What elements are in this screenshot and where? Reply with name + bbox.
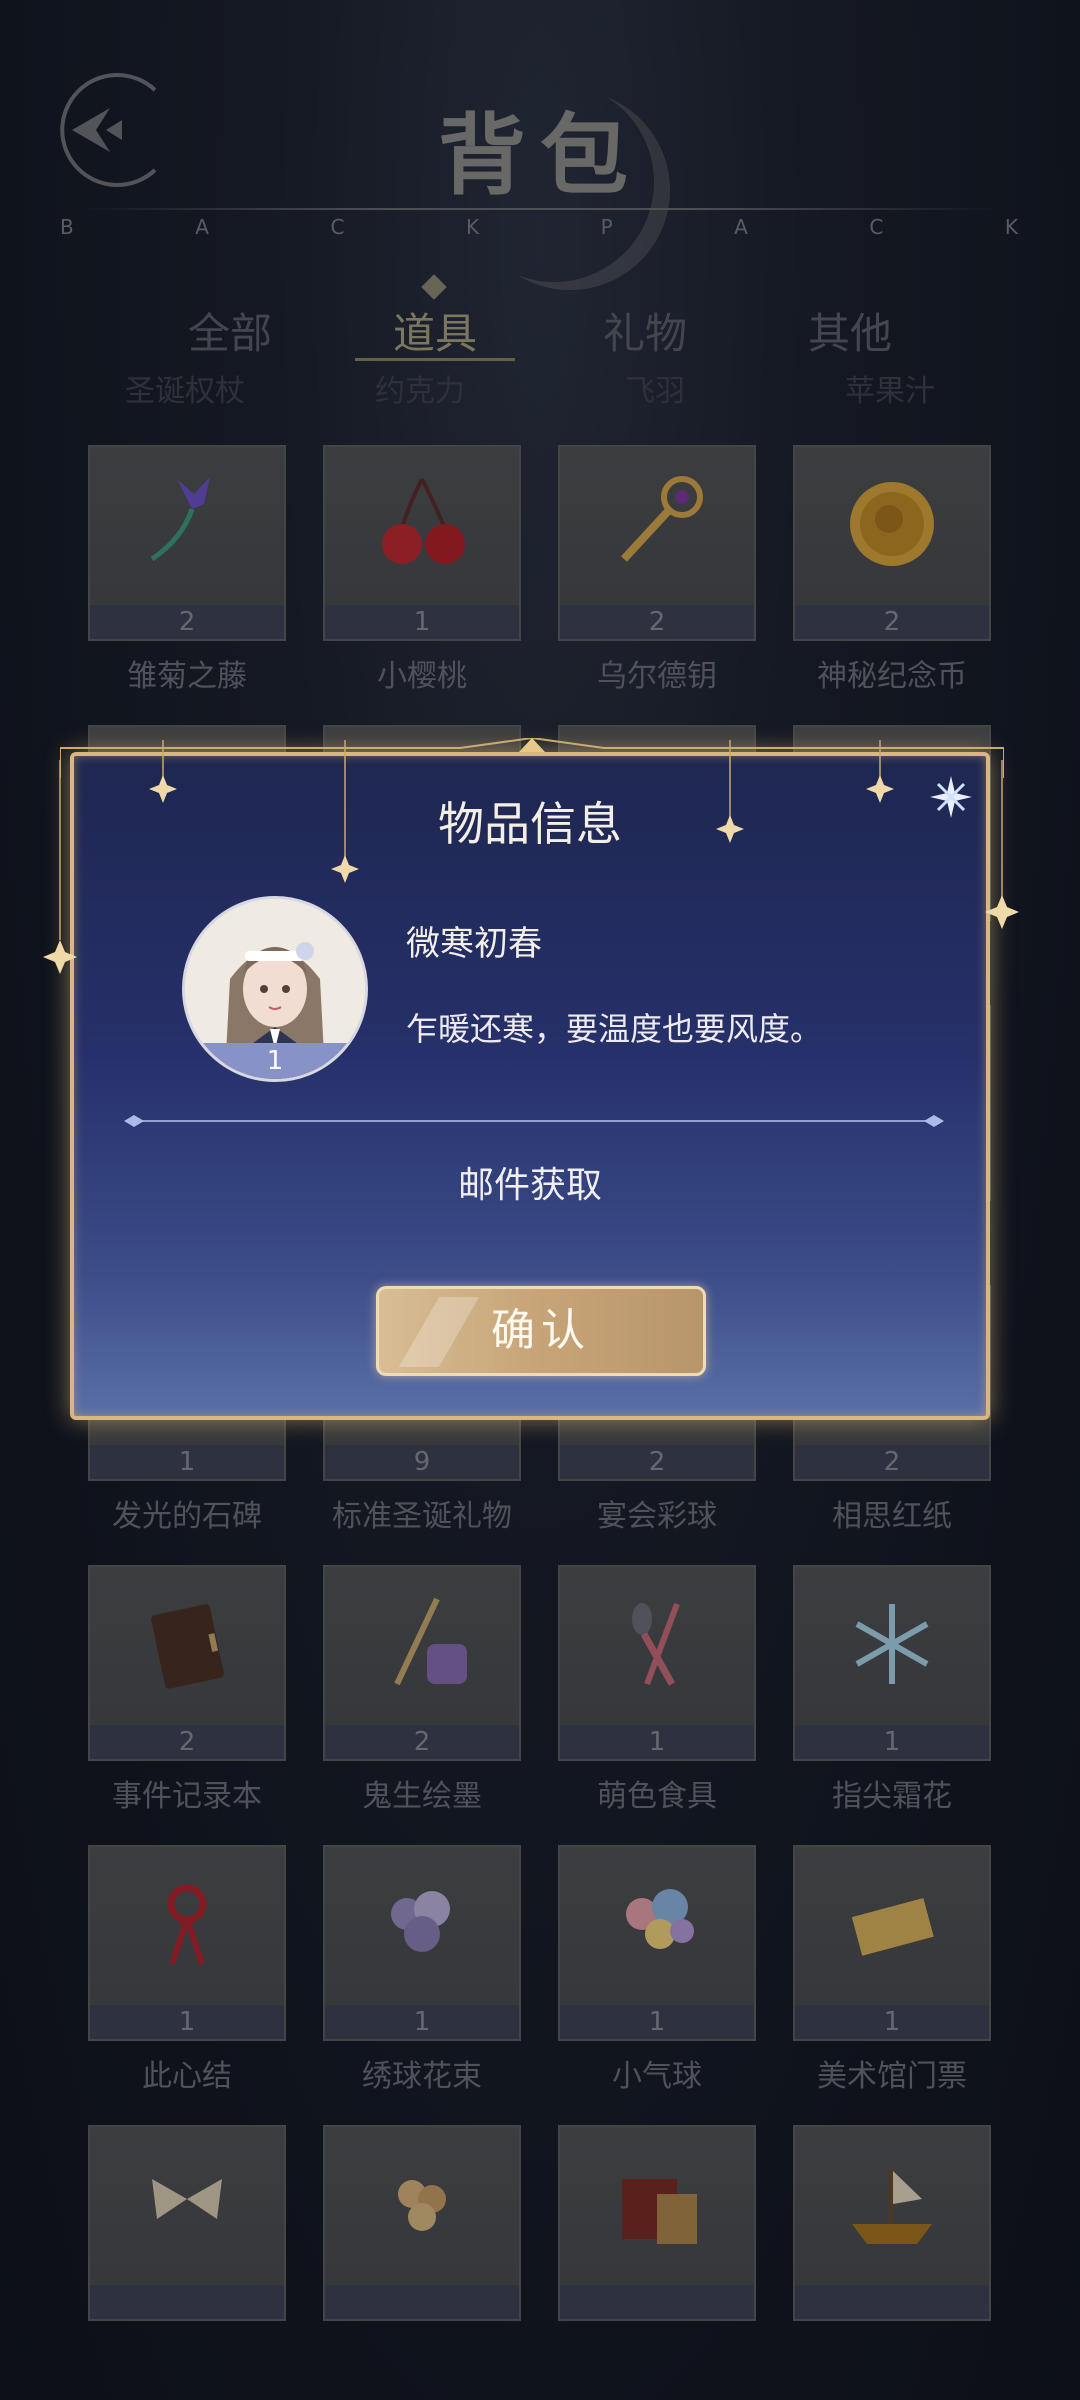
button-shine [398, 1297, 480, 1367]
hanging-stars-decoration [43, 740, 1019, 974]
confirm-label: 确认 [491, 1305, 591, 1356]
acquisition-source: 邮件获取 [457, 1165, 602, 1206]
confirm-button[interactable]: 确认 [376, 1286, 706, 1376]
dialog-divider [124, 1115, 944, 1127]
